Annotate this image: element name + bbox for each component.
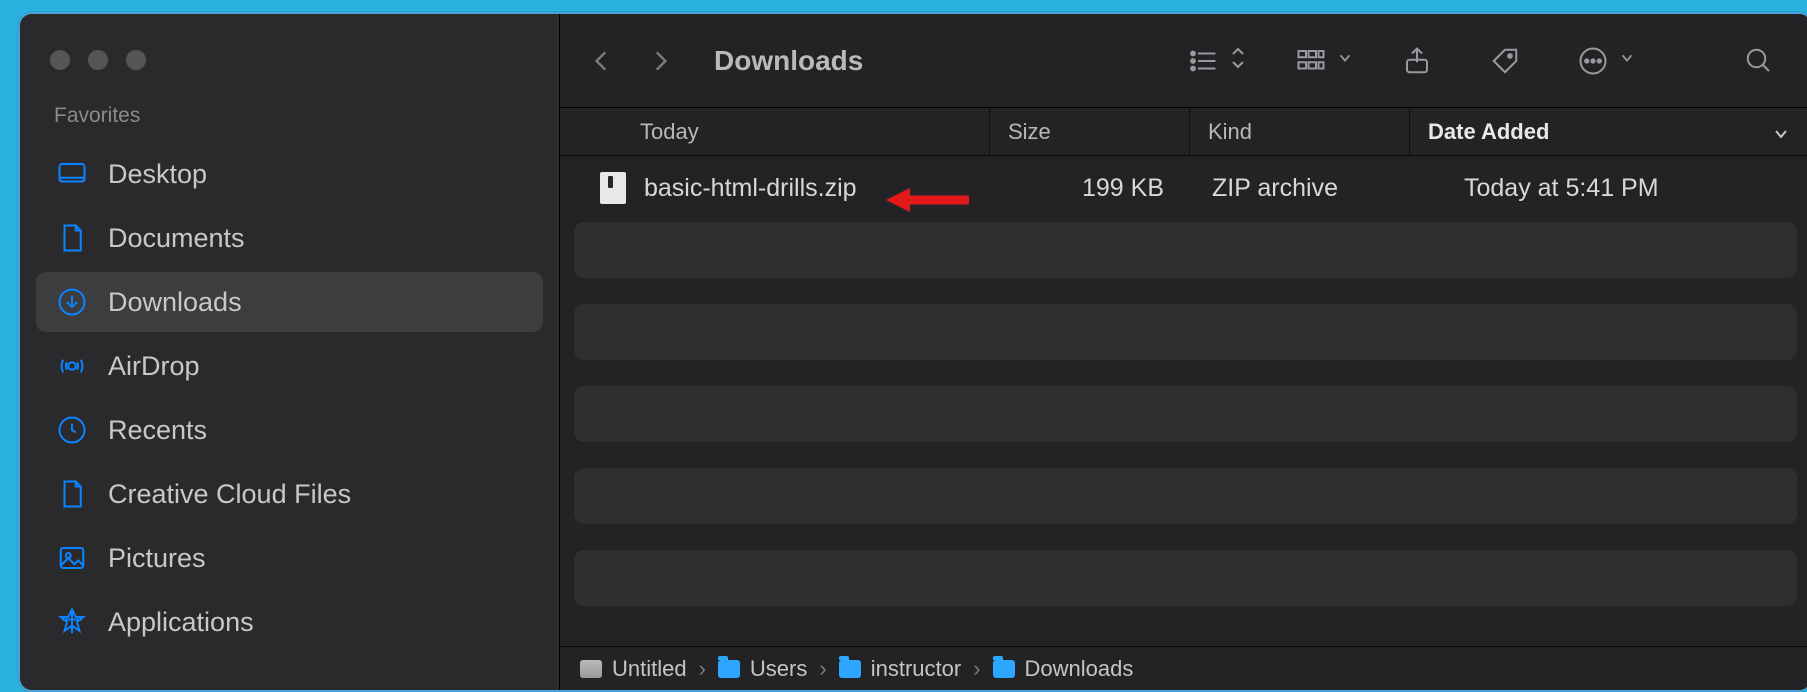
sidebar-item-label: Desktop <box>108 159 207 190</box>
zip-file-icon <box>600 172 626 204</box>
file-row-empty <box>574 304 1797 360</box>
sidebar-item-label: AirDrop <box>108 351 200 382</box>
path-segment-instructor[interactable]: instructor <box>839 656 961 682</box>
folder-icon <box>839 660 861 678</box>
file-row[interactable]: basic-html-drills.zip 199 KB ZIP archive… <box>574 160 1797 216</box>
folder-icon <box>718 660 740 678</box>
search-button[interactable] <box>1735 37 1783 85</box>
sidebar-item-recents[interactable]: Recents <box>36 400 543 460</box>
file-size-cell: 199 KB <box>1004 174 1204 203</box>
clock-icon <box>56 414 88 446</box>
finder-window: Favorites Desktop Documents Downloads Ai… <box>18 12 1807 692</box>
sidebar-item-documents[interactable]: Documents <box>36 208 543 268</box>
sidebar-item-downloads[interactable]: Downloads <box>36 272 543 332</box>
file-list: basic-html-drills.zip 199 KB ZIP archive… <box>560 156 1807 646</box>
view-list-control[interactable] <box>1179 37 1247 85</box>
toolbar-right-group <box>1179 37 1783 85</box>
sidebar-item-label: Creative Cloud Files <box>108 479 351 510</box>
file-name-cell: basic-html-drills.zip <box>574 172 1004 204</box>
path-bar: Untitled › Users › instructor › Download… <box>560 646 1807 690</box>
sidebar-item-applications[interactable]: Applications <box>36 592 543 652</box>
file-date-cell: Today at 5:41 PM <box>1424 174 1771 203</box>
desktop-icon <box>56 158 88 190</box>
sidebar-item-creative-cloud-files[interactable]: Creative Cloud Files <box>36 464 543 524</box>
path-segment-downloads[interactable]: Downloads <box>993 656 1134 682</box>
annotation-arrow-icon <box>884 180 974 220</box>
path-separator-icon: › <box>819 656 826 682</box>
sidebar-item-pictures[interactable]: Pictures <box>36 528 543 588</box>
file-row-empty <box>574 550 1797 606</box>
sidebar-item-desktop[interactable]: Desktop <box>36 144 543 204</box>
grid-group-icon <box>1287 37 1335 85</box>
location-title: Downloads <box>714 45 863 77</box>
path-segment-untitled[interactable]: Untitled <box>580 656 687 682</box>
sidebar-section-label: Favorites <box>20 104 559 142</box>
file-row-empty <box>574 468 1797 524</box>
close-window-button[interactable] <box>50 50 70 70</box>
sidebar-item-label: Documents <box>108 223 245 254</box>
column-header-size[interactable]: Size <box>990 108 1190 155</box>
sidebar-item-label: Pictures <box>108 543 206 574</box>
path-separator-icon: › <box>699 656 706 682</box>
drive-icon <box>580 660 602 678</box>
group-by-control[interactable] <box>1287 37 1353 85</box>
file-kind-cell: ZIP archive <box>1204 174 1424 203</box>
chevron-down-icon <box>1772 123 1790 141</box>
sidebar-item-label: Downloads <box>108 287 242 318</box>
applications-icon <box>56 606 88 638</box>
folder-icon <box>993 660 1015 678</box>
chevron-down-icon <box>1337 50 1353 71</box>
sidebar-item-label: Recents <box>108 415 207 446</box>
chevron-down-icon <box>1619 50 1635 71</box>
action-menu-button[interactable] <box>1569 37 1635 85</box>
airdrop-icon <box>56 350 88 382</box>
nav-forward-button[interactable] <box>638 39 682 83</box>
path-segment-users[interactable]: Users <box>718 656 807 682</box>
download-icon <box>56 286 88 318</box>
window-traffic-lights <box>20 34 559 104</box>
sidebar: Favorites Desktop Documents Downloads Ai… <box>20 14 560 690</box>
main-area: Downloads <box>560 14 1807 690</box>
share-button[interactable] <box>1393 37 1441 85</box>
sidebar-item-airdrop[interactable]: AirDrop <box>36 336 543 396</box>
toolbar: Downloads <box>560 14 1807 108</box>
column-header-date-added[interactable]: Date Added <box>1410 108 1807 155</box>
column-header-kind[interactable]: Kind <box>1190 108 1410 155</box>
minimize-window-button[interactable] <box>88 50 108 70</box>
nav-back-button[interactable] <box>580 39 624 83</box>
file-row-empty <box>574 386 1797 442</box>
column-header-name[interactable]: Today <box>560 108 990 155</box>
path-separator-icon: › <box>973 656 980 682</box>
ellipsis-circle-icon <box>1569 37 1617 85</box>
column-header-row: Today Size Kind Date Added <box>560 108 1807 156</box>
file-row-empty <box>574 222 1797 278</box>
file-name: basic-html-drills.zip <box>644 174 857 203</box>
tags-button[interactable] <box>1481 37 1529 85</box>
zoom-window-button[interactable] <box>126 50 146 70</box>
document-icon <box>56 478 88 510</box>
sidebar-item-label: Applications <box>108 607 254 638</box>
document-icon <box>56 222 88 254</box>
image-icon <box>56 542 88 574</box>
chevron-up-down-icon <box>1229 44 1247 77</box>
list-view-icon <box>1179 37 1227 85</box>
